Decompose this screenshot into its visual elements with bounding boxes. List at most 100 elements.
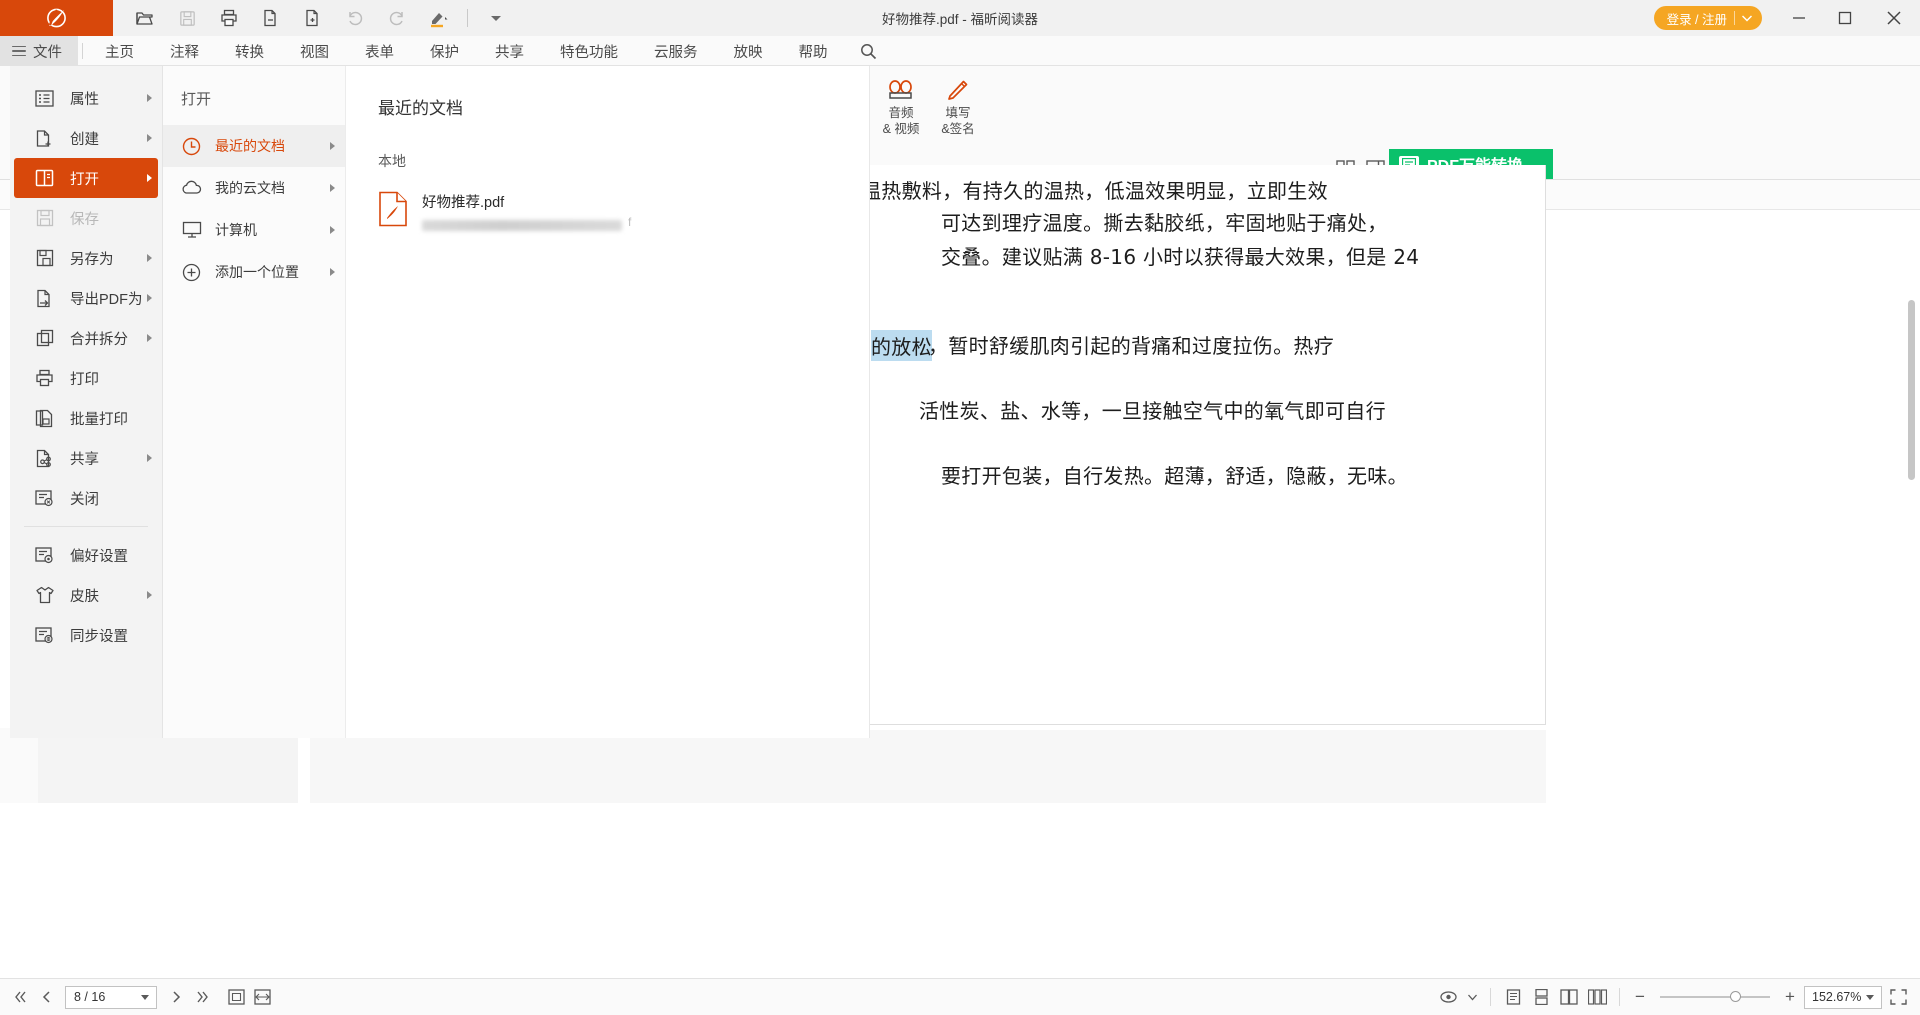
file-menu-item-label: 属性 xyxy=(70,88,99,109)
rotate-view-icon[interactable] xyxy=(1436,984,1460,1010)
save-icon[interactable] xyxy=(167,1,207,35)
open-item-label: 我的云文档 xyxy=(215,178,285,198)
computer-icon xyxy=(181,220,202,241)
file-menu-item-export-pdf[interactable]: 导出PDF为 xyxy=(14,278,158,318)
chevron-right-icon xyxy=(330,226,335,234)
login-label: 登录 / 注册 xyxy=(1667,9,1727,28)
plus-circle-icon xyxy=(181,262,202,283)
file-menu-item-share[interactable]: 共享 xyxy=(14,438,158,478)
fit-page-icon[interactable] xyxy=(224,984,248,1010)
view-and-zoom-controls: − + 152.67% xyxy=(1436,979,1920,1015)
tab-form[interactable]: 表单 xyxy=(347,36,412,66)
chevron-right-icon xyxy=(147,174,152,182)
first-page-icon[interactable] xyxy=(8,984,32,1010)
recent-file-item[interactable]: 好物推荐.pdf f xyxy=(346,171,869,231)
zoom-level-input[interactable]: 152.67% xyxy=(1804,986,1882,1009)
redo-icon[interactable] xyxy=(377,1,417,35)
chevron-right-icon xyxy=(147,134,152,142)
tab-present[interactable]: 放映 xyxy=(716,36,781,66)
file-menu-item-batch-print[interactable]: 批量打印 xyxy=(14,398,158,438)
open-item-computer[interactable]: 计算机 xyxy=(163,209,345,251)
file-menu-item-label: 共享 xyxy=(70,448,99,469)
sync-icon xyxy=(34,625,55,646)
file-menu-item-sync-settings[interactable]: 同步设置 xyxy=(14,615,158,655)
print-icon[interactable] xyxy=(209,1,249,35)
facing-page-icon[interactable] xyxy=(1557,984,1581,1010)
lower-left-pane xyxy=(38,730,298,803)
close-doc-icon xyxy=(34,488,55,509)
undo-icon[interactable] xyxy=(335,1,375,35)
fullscreen-icon[interactable] xyxy=(1886,984,1910,1010)
rotate-dropdown-icon[interactable] xyxy=(1464,984,1480,1010)
file-menu-item-label: 打印 xyxy=(70,368,99,389)
multi-page-icon[interactable] xyxy=(1585,984,1609,1010)
file-menu-item-merge-split[interactable]: 合并拆分 xyxy=(14,318,158,358)
zoom-level-value: 152.67% xyxy=(1812,990,1861,1004)
file-menu-item-save-as[interactable]: 另存为 xyxy=(14,238,158,278)
open-file-icon[interactable] xyxy=(125,1,165,35)
tab-protect[interactable]: 保护 xyxy=(412,36,477,66)
file-menu-item-close[interactable]: 关闭 xyxy=(14,478,158,518)
doc-line: 交叠。建议贴满 8-16 小时以获得最大效果，但是 24 xyxy=(941,241,1419,270)
file-menu-item-label: 保存 xyxy=(70,208,99,229)
file-menu-item-preferences[interactable]: 偏好设置 xyxy=(14,535,158,575)
tab-comment[interactable]: 注释 xyxy=(152,36,217,66)
foxit-logo-icon[interactable] xyxy=(0,0,113,36)
chevron-right-icon xyxy=(147,591,152,599)
tab-convert[interactable]: 转换 xyxy=(217,36,282,66)
file-menu-item-properties[interactable]: 属性 xyxy=(14,78,158,118)
maximize-button[interactable] xyxy=(1822,0,1868,36)
file-menu-item-label: 偏好设置 xyxy=(70,545,128,566)
next-page-preview xyxy=(310,730,1546,803)
tab-present-label: 放映 xyxy=(734,41,763,62)
file-menu-item-create[interactable]: 创建 xyxy=(14,118,158,158)
last-page-icon[interactable] xyxy=(190,984,214,1010)
zoom-out-button[interactable]: − xyxy=(1630,987,1650,1007)
zoom-slider-track xyxy=(1660,996,1770,998)
open-item-add-a-place[interactable]: 添加一个位置 xyxy=(163,251,345,293)
file-menu-list: 属性 创建 打开 保存 另存为 xyxy=(10,66,163,738)
next-page-icon[interactable] xyxy=(164,984,188,1010)
file-menu-item-skin[interactable]: 皮肤 xyxy=(14,575,158,615)
copy-page-icon[interactable] xyxy=(251,1,291,35)
more-icon[interactable] xyxy=(476,1,516,35)
zoom-in-button[interactable]: + xyxy=(1780,987,1800,1007)
foxit-reader-window: 好物推荐.pdf - 福昕阅读器 登录 / 注册 文件 主页 注释 xyxy=(0,0,1920,1015)
open-item-label: 计算机 xyxy=(215,220,257,240)
status-divider xyxy=(1619,988,1620,1006)
recent-file-path-blurred xyxy=(422,220,622,231)
tab-view[interactable]: 视图 xyxy=(282,36,347,66)
zoom-slider[interactable] xyxy=(1660,996,1770,998)
new-page-icon[interactable] xyxy=(293,1,333,35)
file-menu-item-open[interactable]: 打开 xyxy=(14,158,158,198)
cloud-icon xyxy=(181,178,202,199)
vertical-scrollbar[interactable] xyxy=(1908,300,1915,480)
open-item-recent-documents[interactable]: 最近的文档 xyxy=(163,125,345,167)
chevron-right-icon xyxy=(147,334,152,342)
tab-file[interactable]: 文件 xyxy=(0,36,78,66)
recent-file-name: 好物推荐.pdf xyxy=(422,191,631,212)
prev-page-icon[interactable] xyxy=(34,984,58,1010)
single-page-icon[interactable] xyxy=(1501,984,1525,1010)
create-icon xyxy=(34,128,55,149)
close-button[interactable] xyxy=(1868,0,1920,36)
login-register-button[interactable]: 登录 / 注册 xyxy=(1654,6,1762,30)
zoom-slider-knob[interactable] xyxy=(1730,991,1741,1002)
tab-cloud[interactable]: 云服务 xyxy=(636,36,716,66)
tab-home[interactable]: 主页 xyxy=(87,36,152,66)
file-menu-item-print[interactable]: 打印 xyxy=(14,358,158,398)
continuous-page-icon[interactable] xyxy=(1529,984,1553,1010)
open-item-my-cloud-documents[interactable]: 我的云文档 xyxy=(163,167,345,209)
recent-group-label: 本地 xyxy=(346,119,869,171)
tab-features[interactable]: 特色功能 xyxy=(542,36,636,66)
highlight-icon[interactable] xyxy=(419,1,459,35)
tab-help[interactable]: 帮助 xyxy=(781,36,846,66)
search-icon[interactable] xyxy=(846,36,891,66)
minimize-button[interactable] xyxy=(1776,0,1822,36)
page-number-input[interactable]: 8 / 16 xyxy=(65,986,157,1009)
doc-line: 要打开包装，自行发热。超薄，舒适，隐蔽，无味。 xyxy=(941,460,1408,489)
tab-share[interactable]: 共享 xyxy=(477,36,542,66)
file-menu-divider xyxy=(24,526,148,527)
chevron-right-icon xyxy=(147,454,152,462)
fit-width-icon[interactable] xyxy=(250,984,274,1010)
